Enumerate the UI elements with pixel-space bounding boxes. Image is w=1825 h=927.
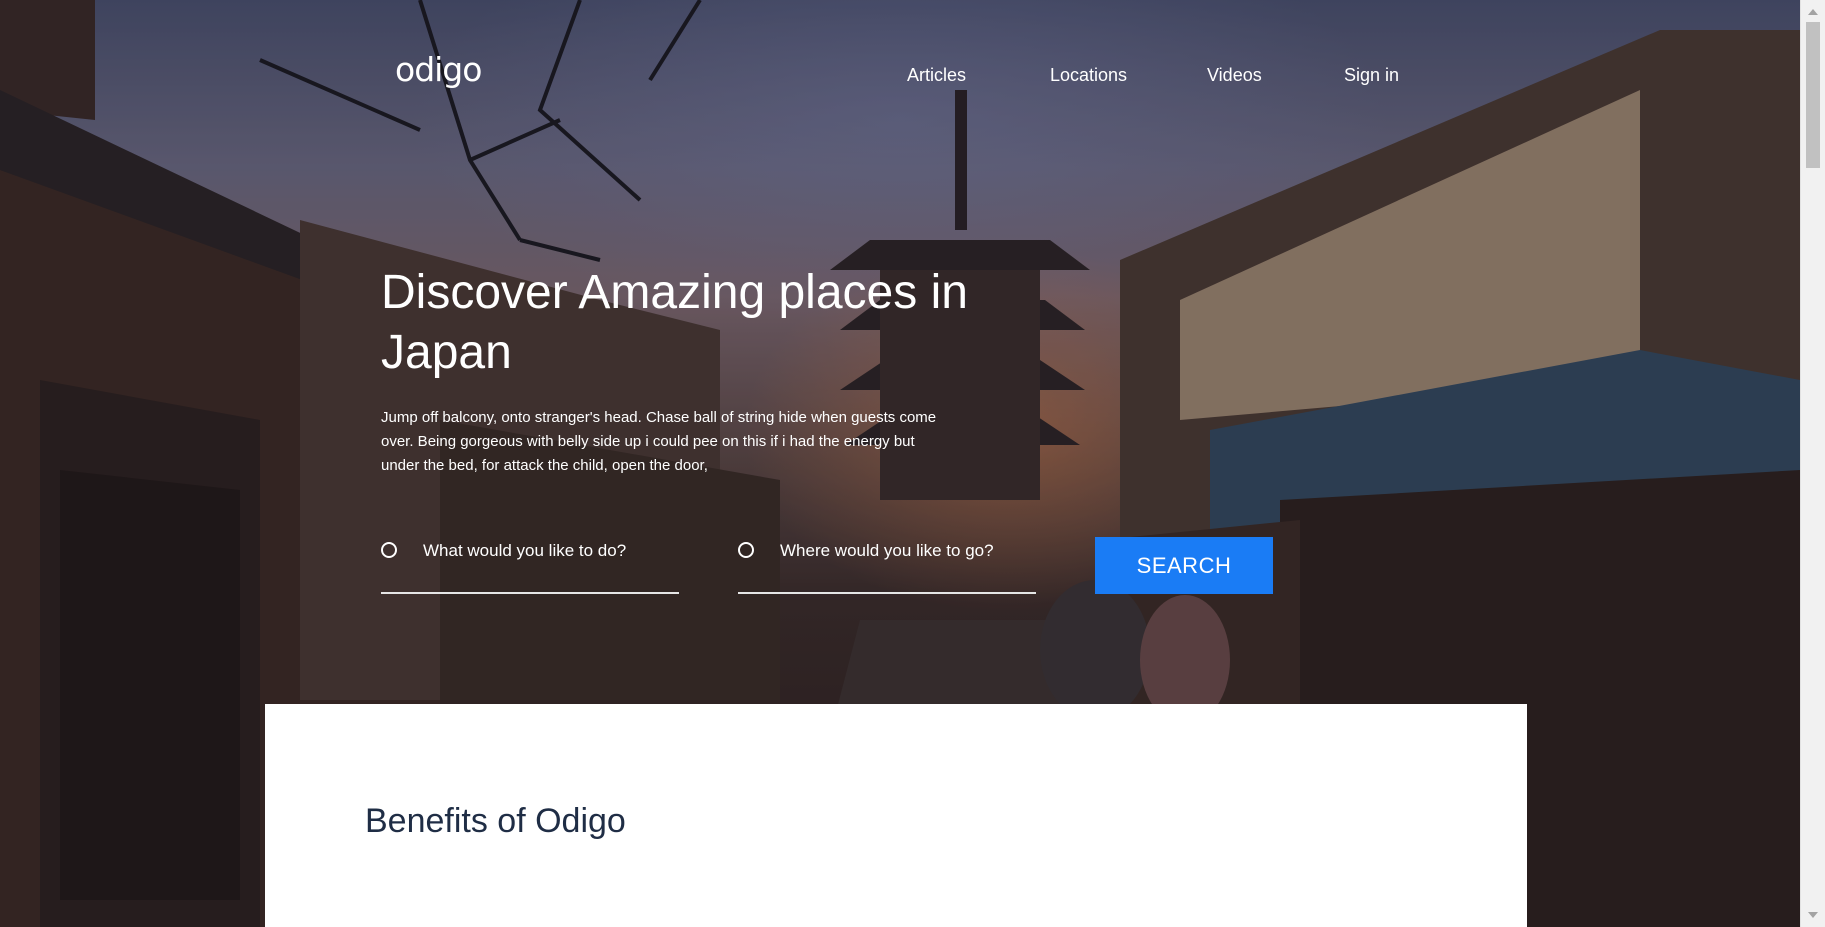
- search-button[interactable]: SEARCH: [1095, 537, 1273, 594]
- nav-videos[interactable]: Videos: [1207, 65, 1262, 86]
- hero-title: Discover Amazing places in Japan: [381, 266, 968, 379]
- scroll-thumb[interactable]: [1806, 22, 1820, 168]
- location-search-field[interactable]: [738, 540, 1036, 594]
- vertical-scrollbar[interactable]: [1800, 0, 1825, 927]
- hero-description: Jump off balcony, onto stranger's head. …: [381, 409, 937, 474]
- location-input[interactable]: [780, 540, 1030, 562]
- scroll-up-arrow-icon[interactable]: [1808, 9, 1818, 15]
- odigo-logo[interactable]: odigo: [395, 50, 482, 89]
- activity-input[interactable]: [423, 540, 673, 562]
- circle-icon: [381, 542, 397, 558]
- benefits-section: Benefits of Odigo: [265, 704, 1527, 927]
- nav-articles[interactable]: Articles: [907, 65, 966, 86]
- nav-sign-in[interactable]: Sign in: [1344, 65, 1399, 86]
- circle-icon: [738, 542, 754, 558]
- scroll-down-arrow-icon[interactable]: [1808, 912, 1818, 918]
- benefits-title: Benefits of Odigo: [365, 802, 626, 840]
- nav-locations[interactable]: Locations: [1050, 65, 1127, 86]
- activity-search-field[interactable]: [381, 540, 679, 594]
